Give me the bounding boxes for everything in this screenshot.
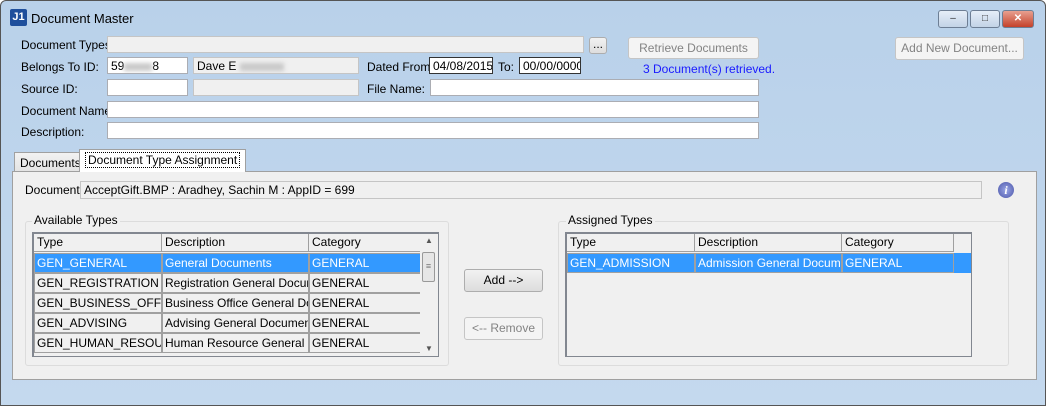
maximize-button[interactable]: □ xyxy=(970,10,1000,28)
table-cell[interactable]: GENERAL xyxy=(842,253,954,273)
tab-document-type-assignment[interactable]: Document Type Assignment xyxy=(79,149,247,172)
column-header-description[interactable]: Description xyxy=(695,234,842,252)
table-cell[interactable]: GENERAL xyxy=(309,333,421,353)
belongs-to-id-field[interactable]: 59 8 xyxy=(107,57,188,74)
tab-label: Document Type Assignment xyxy=(85,152,241,168)
document-name-label: Document Name: xyxy=(21,104,115,118)
scroll-down-icon[interactable]: ▼ xyxy=(420,344,438,353)
assigned-types-grid[interactable]: Type Description Category GEN_ADMISSION Admi… xyxy=(565,232,972,357)
belongs-to-id-prefix: 59 xyxy=(111,59,125,73)
close-button[interactable]: ✕ xyxy=(1002,10,1034,28)
table-cell[interactable]: GENERAL xyxy=(309,293,421,313)
table-cell[interactable]: GEN_REGISTRATION xyxy=(34,273,162,293)
retrieve-documents-button[interactable]: Retrieve Documents xyxy=(628,37,759,59)
remove-button[interactable]: <-- Remove xyxy=(464,317,543,340)
description-label: Description: xyxy=(21,125,85,139)
tab-documents[interactable]: Documents xyxy=(14,152,87,172)
belongs-to-label: Belongs To ID: xyxy=(21,60,99,74)
assigned-types-title: Assigned Types xyxy=(566,213,655,227)
column-header-description[interactable]: Description xyxy=(162,234,309,252)
document-name-field[interactable] xyxy=(107,101,759,118)
add-new-document-button[interactable]: Add New Document... xyxy=(895,37,1024,60)
belongs-to-name-field: Dave E xyxy=(193,57,359,74)
redacted-blur xyxy=(124,62,153,71)
source-name-field xyxy=(193,79,359,96)
description-field[interactable] xyxy=(107,122,759,139)
source-id-field[interactable] xyxy=(107,79,188,96)
browse-document-types-button[interactable]: ... xyxy=(589,37,607,54)
table-cell[interactable]: GENERAL xyxy=(309,253,421,273)
column-header-type[interactable]: Type xyxy=(567,234,695,252)
table-cell[interactable]: General Documents xyxy=(162,253,309,273)
window-title: Document Master xyxy=(31,11,134,26)
table-cell[interactable]: GENERAL xyxy=(309,313,421,333)
scroll-thumb[interactable]: ≡ xyxy=(422,252,435,282)
file-name-label: File Name: xyxy=(367,82,426,96)
table-cell[interactable]: Human Resource General Documents xyxy=(162,333,309,353)
status-text: 3 Document(s) retrieved. xyxy=(643,62,776,76)
to-label: To: xyxy=(498,60,515,74)
available-scrollbar[interactable]: ▲ ≡ ▼ xyxy=(420,234,438,355)
dated-from-label: Dated From: xyxy=(367,60,434,74)
app-logo-icon: J1 xyxy=(10,9,27,26)
info-icon[interactable]: i xyxy=(998,182,1014,198)
minimize-button[interactable]: – xyxy=(938,10,968,28)
table-cell[interactable]: GEN_BUSINESS_OFFICE xyxy=(34,293,162,313)
table-cell[interactable]: Admission General Documents xyxy=(695,253,842,273)
table-cell[interactable]: GENERAL xyxy=(309,273,421,293)
table-cell[interactable]: GEN_GENERAL xyxy=(34,253,162,273)
column-header-category[interactable]: Category xyxy=(309,234,421,252)
scroll-up-icon[interactable]: ▲ xyxy=(420,236,438,245)
table-cell[interactable]: GEN_ADMISSION xyxy=(567,253,695,273)
belongs-to-id-suffix: 8 xyxy=(152,59,160,73)
dated-from-field[interactable]: 04/08/2015 xyxy=(429,57,493,74)
column-header-category[interactable]: Category xyxy=(842,234,954,252)
document-field: AcceptGift.BMP : Aradhey, Sachin M : App… xyxy=(80,181,982,199)
window: J1 Document Master – □ ✕ Document Types:… xyxy=(0,0,1046,406)
document-types-field[interactable] xyxy=(107,36,584,53)
document-label: Document: xyxy=(25,183,84,197)
belongs-to-name: Dave E xyxy=(197,59,237,73)
column-header-type[interactable]: Type xyxy=(34,234,162,252)
redacted-blur xyxy=(239,62,284,71)
document-types-label: Document Types: xyxy=(21,38,115,52)
source-id-label: Source ID: xyxy=(21,82,78,96)
table-cell[interactable]: GEN_HUMAN_RESOURCES xyxy=(34,333,162,353)
available-types-grid[interactable]: Type Description Category GEN_GENERAL Genera… xyxy=(32,232,439,357)
table-cell[interactable]: Advising General Documents xyxy=(162,313,309,333)
add-button[interactable]: Add --> xyxy=(464,269,543,292)
dated-to-field[interactable]: 00/00/0000 xyxy=(519,57,581,74)
file-name-field[interactable] xyxy=(430,79,759,96)
table-cell[interactable]: Business Office General Documents xyxy=(162,293,309,313)
available-types-title: Available Types xyxy=(32,213,120,227)
table-cell[interactable]: GEN_ADVISING xyxy=(34,313,162,333)
table-cell[interactable]: Registration General Documents xyxy=(162,273,309,293)
